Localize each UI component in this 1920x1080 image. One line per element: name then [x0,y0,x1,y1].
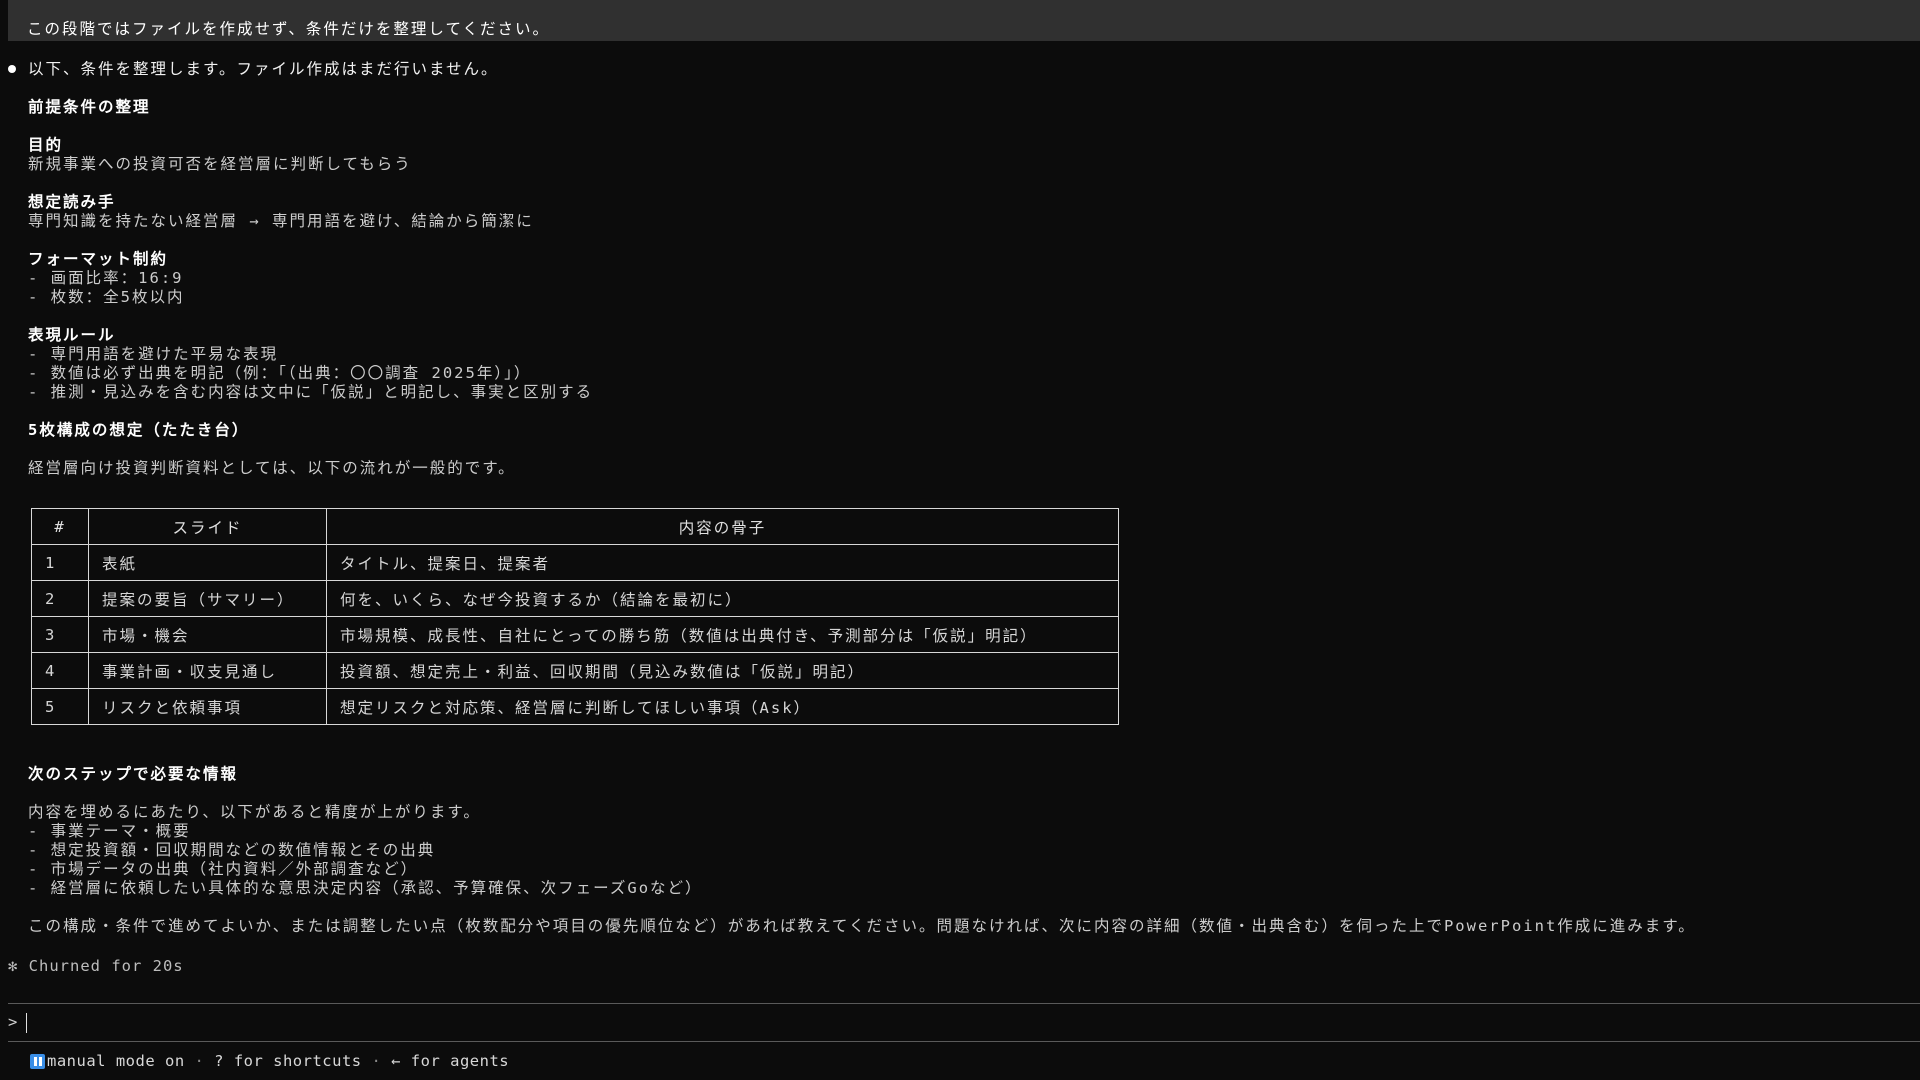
table-cell-number: 4 [31,652,89,689]
table-header-content: 内容の骨子 [326,508,1119,545]
table-cell-slide: リスクと依頼事項 [88,688,327,725]
next-steps-item: - 経営層に依頼したい具体的な意思決定内容（承認、予算確保、次フェーズGoなど） [28,879,703,897]
table-cell-content: タイトル、提案日、提案者 [326,544,1119,581]
table-cell-slide: 市場・機会 [88,616,327,653]
format-heading: フォーマット制約 [28,250,169,268]
expression-heading: 表現ルール [28,326,116,344]
format-item: - 画面比率：16:9 [28,269,184,287]
agents-hint: ← for agents [391,1052,510,1070]
table-cell-content: 何を、いくら、なぜ今投資するか（結論を最初に） [326,580,1119,617]
table-cell-slide: 表紙 [88,544,327,581]
reader-text: 専門知識を持たない経営層 → 専門用語を避け、結論から簡潔に [28,212,534,230]
format-item: - 枚数：全5枚以内 [28,288,185,306]
table-header-row: # スライド 内容の骨子 [31,508,1119,545]
purpose-text: 新規事業への投資可否を経営層に判断してもらう [28,155,412,173]
response-intro: 以下、条件を整理します。ファイル作成はまだ行いません。 [28,60,499,78]
user-message-text: この段階ではファイルを作成せず、条件だけを整理してください。 [27,20,550,38]
table-cell-content: 投資額、想定売上・利益、回収期間（見込み数値は「仮説」明記） [326,652,1119,689]
table-cell-number: 1 [31,544,89,581]
next-steps-item: - 市場データの出典（社内資料／外部調査など） [28,860,419,878]
user-message-block: ─ ─ ─ ─ ─ ─ ─ ─ ─ ─ ─ ─ この段階ではファイルを作成せず、… [8,0,1920,41]
section-heading-preconditions: 前提条件の整理 [28,98,151,116]
section-heading-next-steps: 次のステップで必要な情報 [28,765,239,783]
shortcuts-hint: ? for shortcuts [214,1052,362,1070]
input-top-divider [8,1003,1920,1004]
table-row: 1 表紙 タイトル、提案日、提案者 [31,544,1119,581]
purpose-heading: 目的 [28,136,64,154]
table-cell-content: 市場規模、成長性、自社にとっての勝ち筋（数値は出典付き、予測部分は「仮説」明記） [326,616,1119,653]
next-steps-item: - 事業テーマ・概要 [28,822,191,840]
table-row: 2 提案の要旨（サマリー） 何を、いくら、なぜ今投資するか（結論を最初に） [31,580,1119,617]
pause-icon [30,1053,45,1069]
text-cursor[interactable] [26,1013,27,1033]
mode-indicator[interactable]: manual mode on [47,1052,185,1070]
expression-item: - 専門用語を避けた平易な表現 [28,345,279,363]
table-cell-slide: 提案の要旨（サマリー） [88,580,327,617]
response-bullet-icon [8,65,16,73]
table-row: 4 事業計画・収支見通し 投資額、想定売上・利益、回収期間（見込み数値は「仮説」… [31,652,1119,689]
next-steps-item: - 想定投資額・回収期間などの数値情報とその出典 [28,841,436,859]
expression-item: - 推測・見込みを含む内容は文中に「仮説」と明記し、事実と区別する [28,383,594,401]
table-header-slide: スライド [88,508,327,545]
reader-heading: 想定読み手 [28,193,116,211]
closing-text: この構成・条件で進めてよいか、または調整したい点（枚数配分や項目の優先順位など）… [28,917,1696,935]
table-row: 5 リスクと依頼事項 想定リスクと対応策、経営層に判断してほしい事項（Ask） [31,688,1119,725]
status-separator: · [361,1052,392,1070]
table-cell-number: 5 [31,688,89,725]
churn-status: ✻ Churned for 20s [8,957,184,975]
next-steps-intro: 内容を埋めるにあたり、以下があると精度が上がります。 [28,803,481,821]
table-cell-number: 2 [31,580,89,617]
table-cell-content: 想定リスクと対応策、経営層に判断してほしい事項（Ask） [326,688,1119,725]
structure-intro: 経営層向け投資判断資料としては、以下の流れが一般的です。 [28,459,516,477]
table-cell-number: 3 [31,616,89,653]
table-row: 3 市場・機会 市場規模、成長性、自社にとっての勝ち筋（数値は出典付き、予測部分… [31,616,1119,653]
table-cell-slide: 事業計画・収支見通し [88,652,327,689]
status-bar: manual mode on · ? for shortcuts · ← for… [30,1052,509,1070]
section-heading-structure: 5枚構成の想定（たたき台） [28,421,250,439]
slide-structure-table: # スライド 内容の骨子 1 表紙 タイトル、提案日、提案者 2 提案の要旨（サ… [31,508,1119,725]
status-separator: · [184,1052,215,1070]
prompt-symbol: > [8,1013,20,1031]
input-bottom-divider [8,1041,1920,1042]
expression-item: - 数値は必ず出典を明記（例：「（出典：〇〇調査 2025年）」） [28,364,532,382]
table-header-number: # [31,508,89,545]
terminal-window: ─ ─ ─ ─ ─ ─ ─ ─ ─ ─ ─ ─ この段階ではファイルを作成せず、… [0,0,1920,1080]
